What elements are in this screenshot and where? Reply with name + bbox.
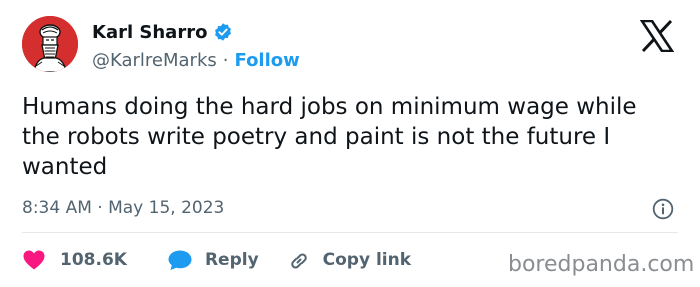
reply-button[interactable]: Reply (167, 249, 259, 271)
verified-badge-icon (213, 22, 233, 42)
divider (22, 232, 678, 233)
follow-button[interactable]: Follow (235, 50, 300, 71)
tweet-card: Karl Sharro @KarlreMarks · Follow Humans… (0, 0, 700, 287)
tweet-timestamp[interactable]: 8:34 AM · May 15, 2023 (22, 198, 224, 218)
copy-link-label: Copy link (322, 250, 412, 270)
separator-dot: · (222, 49, 229, 71)
handle-row: @KarlreMarks · Follow (92, 48, 300, 72)
reply-label: Reply (204, 250, 259, 270)
like-count: 108.6K (60, 250, 127, 270)
copy-link-button[interactable]: Copy link (287, 249, 411, 271)
action-bar: 108.6K Reply Copy link (22, 246, 411, 274)
author-handle[interactable]: @KarlreMarks (92, 50, 217, 71)
watermark: boredpanda.com (508, 252, 695, 277)
like-button[interactable]: 108.6K (22, 249, 127, 271)
link-icon (290, 253, 307, 269)
author-name-row: Karl Sharro (92, 20, 233, 44)
avatar[interactable] (22, 16, 78, 72)
reply-bubble-icon (168, 250, 192, 270)
tweet-text: Humans doing the hard jobs on minimum wa… (22, 94, 637, 180)
heart-icon (23, 250, 45, 270)
avatar-illustration-icon (22, 16, 78, 72)
x-logo-icon[interactable] (640, 20, 674, 52)
author-name[interactable]: Karl Sharro (92, 22, 207, 43)
info-icon[interactable] (652, 198, 674, 220)
